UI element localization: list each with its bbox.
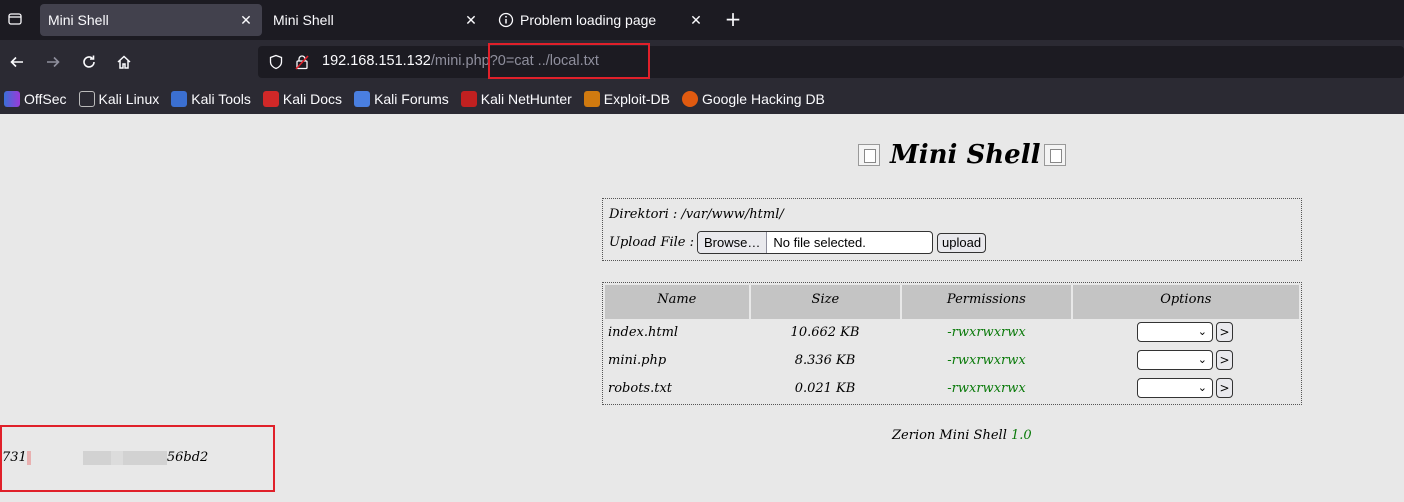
close-icon[interactable]: ✕ <box>463 12 479 28</box>
navigation-bar: 192.168.151.132/mini.php?0=cat ../local.… <box>0 40 1404 84</box>
bookmark-kali-nethunter[interactable]: Kali NetHunter <box>460 91 572 107</box>
broken-image-icon <box>1044 144 1067 166</box>
options-select[interactable]: ⌄ <box>1137 322 1213 342</box>
options-select[interactable]: ⌄ <box>1137 350 1213 370</box>
file-permissions: -rwxrwxrwx <box>947 381 1026 396</box>
bookmark-label: Kali Forums <box>374 91 449 107</box>
bookmark-label: Kali Docs <box>282 91 343 107</box>
column-header-permissions: Permissions <box>902 285 1071 319</box>
close-icon[interactable]: ✕ <box>238 12 254 28</box>
bookmarks-toolbar: OffSec Kali Linux Kali Tools Kali Docs K… <box>0 84 1404 114</box>
column-header-options: Options <box>1072 285 1299 319</box>
upload-row: Upload File : Browse… No file selected. … <box>609 231 987 254</box>
file-name[interactable]: index.html <box>608 325 678 340</box>
table-header: Name Size Permissions Options <box>605 285 1299 319</box>
directory-label: Direktori : /var/www/html/ <box>609 207 784 222</box>
ghdb-icon <box>681 91 698 107</box>
go-button[interactable]: > <box>1216 350 1233 370</box>
tab-mini-shell-2[interactable]: Mini Shell ✕ <box>265 4 487 36</box>
tab-list-icon[interactable] <box>4 8 26 30</box>
upload-label: Upload File : <box>609 235 695 250</box>
url-host: 192.168.151.132 <box>322 53 431 69</box>
kali-dragon-icon <box>78 91 95 107</box>
url-highlight-box <box>488 43 650 79</box>
tab-mini-shell-1[interactable]: Mini Shell ✕ <box>40 4 262 36</box>
footer-credit: Zerion Mini Shell 1.0 <box>892 428 1032 443</box>
chevron-down-icon: ⌄ <box>1197 381 1207 394</box>
tab-problem-loading[interactable]: Problem loading page ✕ <box>490 4 712 36</box>
url-bar[interactable]: 192.168.151.132/mini.php?0=cat ../local.… <box>258 46 1404 78</box>
upload-button[interactable]: upload <box>937 232 987 253</box>
kali-tools-icon <box>171 91 188 107</box>
bookmark-exploit-db[interactable]: Exploit-DB <box>583 91 670 107</box>
kali-docs-icon <box>262 91 279 107</box>
options-cell: ⌄ > <box>1137 322 1233 342</box>
file-size: 8.336 KB <box>794 353 856 368</box>
bookmark-label: OffSec <box>24 91 67 107</box>
page-content: Mini Shell Direktori : /var/www/html/ Up… <box>0 114 1404 502</box>
exploit-db-spider-icon <box>583 91 600 107</box>
insecure-lock-icon[interactable] <box>294 54 310 70</box>
chevron-down-icon: ⌄ <box>1197 353 1207 366</box>
bookmark-kali-docs[interactable]: Kali Docs <box>262 91 343 107</box>
offsec-icon <box>4 91 20 107</box>
forward-arrow-icon[interactable] <box>41 50 65 74</box>
file-permissions: -rwxrwxrwx <box>947 353 1026 368</box>
bookmark-label: Google Hacking DB <box>701 91 825 107</box>
no-file-text: No file selected. <box>773 235 866 250</box>
browse-button[interactable]: Browse… <box>698 232 768 253</box>
go-button[interactable]: > <box>1216 322 1233 342</box>
chevron-down-icon: ⌄ <box>1197 325 1207 338</box>
info-icon <box>498 12 514 28</box>
kali-nethunter-icon <box>460 91 477 107</box>
tab-label: Mini Shell <box>48 12 109 28</box>
file-permissions: -rwxrwxrwx <box>947 325 1026 340</box>
column-header-size: Size <box>750 285 901 319</box>
bookmark-google-hacking-db[interactable]: Google Hacking DB <box>681 91 825 107</box>
file-table: Name Size Permissions Options index.html… <box>602 282 1302 405</box>
go-button[interactable]: > <box>1216 378 1233 398</box>
tab-label: Problem loading page <box>520 12 657 28</box>
shield-icon[interactable] <box>268 54 284 70</box>
tab-bar: Mini Shell ✕ Mini Shell ✕ Problem loadin… <box>0 0 1404 40</box>
file-size: 0.021 KB <box>794 381 856 396</box>
upload-panel: Direktori : /var/www/html/ Upload File :… <box>602 198 1302 261</box>
tab-label: Mini Shell <box>273 12 334 28</box>
kali-forums-icon <box>354 91 371 107</box>
reload-icon[interactable] <box>77 50 101 74</box>
bookmark-kali-forums[interactable]: Kali Forums <box>354 91 449 107</box>
bookmark-label: Kali Tools <box>191 91 251 107</box>
back-arrow-icon[interactable] <box>5 50 29 74</box>
home-icon[interactable] <box>112 50 136 74</box>
options-cell: ⌄ > <box>1137 378 1233 398</box>
bookmark-kali-linux[interactable]: Kali Linux <box>78 91 160 107</box>
new-tab-button[interactable]: + <box>722 7 744 31</box>
page-title: Mini Shell <box>858 140 1067 170</box>
options-cell: ⌄ > <box>1137 350 1233 370</box>
table-row: robots.txt 0.021 KB -rwxrwxrwx ⌄ > <box>603 376 1303 402</box>
output-highlight-box <box>0 425 275 492</box>
bookmark-label: Kali Linux <box>98 91 160 107</box>
file-name[interactable]: mini.php <box>608 353 666 368</box>
bookmark-offsec[interactable]: OffSec <box>4 91 67 107</box>
bookmark-label: Exploit-DB <box>603 91 670 107</box>
footer-version: 1.0 <box>1011 428 1032 443</box>
close-icon[interactable]: ✕ <box>688 12 704 28</box>
bookmark-label: Kali NetHunter <box>480 91 572 107</box>
title-text: Mini Shell <box>890 140 1041 170</box>
broken-image-icon <box>858 144 880 166</box>
options-select[interactable]: ⌄ <box>1137 378 1213 398</box>
file-input[interactable]: Browse… No file selected. <box>697 231 934 254</box>
column-header-name: Name <box>605 285 749 319</box>
table-row: index.html 10.662 KB -rwxrwxrwx ⌄ > <box>603 320 1303 346</box>
footer-text: Zerion Mini Shell <box>892 428 1007 443</box>
table-row: mini.php 8.336 KB -rwxrwxrwx ⌄ > <box>603 348 1303 374</box>
file-size: 10.662 KB <box>790 325 860 340</box>
file-name[interactable]: robots.txt <box>608 381 672 396</box>
bookmark-kali-tools[interactable]: Kali Tools <box>171 91 251 107</box>
